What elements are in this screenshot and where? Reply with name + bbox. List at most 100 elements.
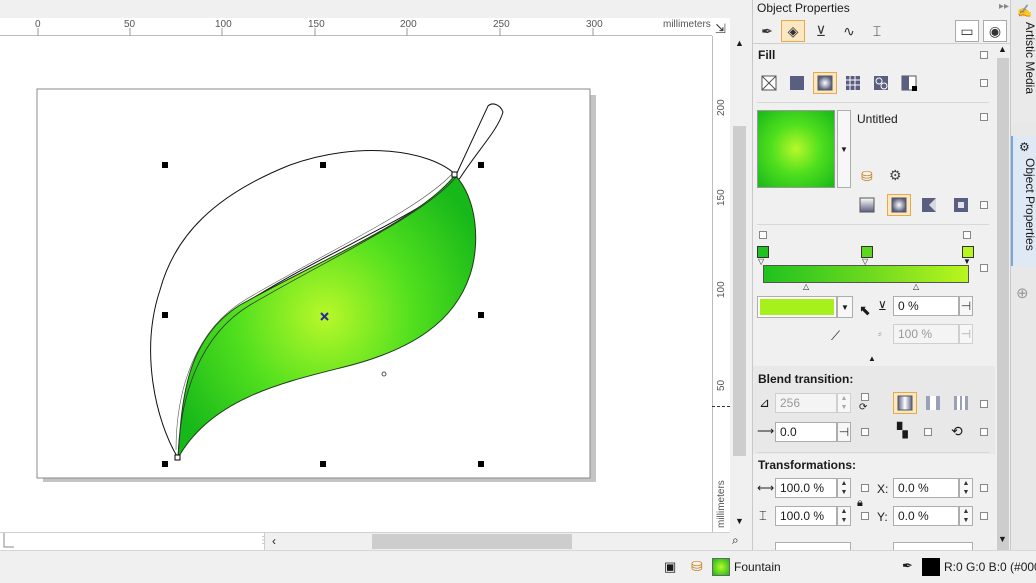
- canvas-vertical-scrollbar[interactable]: ▲ ▼: [730, 36, 750, 532]
- section-lock-icon[interactable]: [980, 512, 988, 520]
- uniform-fill-icon[interactable]: [785, 72, 809, 94]
- height-scale-input[interactable]: 100.0 %: [775, 506, 837, 526]
- node-handle[interactable]: [451, 171, 458, 178]
- collapse-arrow-icon[interactable]: ▲: [868, 354, 876, 363]
- smooth-blend-checkbox[interactable]: [924, 428, 932, 436]
- acceleration-slider-icon[interactable]: ⊣: [837, 422, 851, 442]
- ramp-option-checkbox[interactable]: [963, 231, 971, 239]
- linear-fountain-icon[interactable]: [855, 194, 879, 216]
- transparency-slider-icon[interactable]: ⊣: [959, 296, 973, 316]
- aspect-lock-icon[interactable]: 🔒︎: [857, 497, 863, 510]
- node-position-icon[interactable]: ⟋: [831, 328, 840, 344]
- paint-bucket-icon[interactable]: ⛁: [861, 168, 873, 185]
- bitmap-pattern-icon[interactable]: [869, 72, 893, 94]
- section-lock-icon[interactable]: [980, 264, 988, 272]
- section-lock-icon[interactable]: [980, 400, 988, 408]
- elliptical-fountain-icon[interactable]: [887, 194, 911, 216]
- horizontal-ruler[interactable]: 0 50 100 150 200 250 300 millimeters: [0, 18, 712, 36]
- width-scale-input[interactable]: 100.0 %: [775, 478, 837, 498]
- fill-bucket-icon[interactable]: ⛁: [691, 558, 703, 575]
- x-offset-spinner[interactable]: ▲ ▼: [959, 478, 973, 498]
- fill-color-swatch[interactable]: [712, 558, 730, 576]
- zoom-icon[interactable]: ⌕: [732, 533, 739, 548]
- height-scale-spinner[interactable]: ▲ ▼: [837, 506, 851, 526]
- outline-tab-icon[interactable]: ✒: [755, 20, 779, 42]
- section-lock-icon[interactable]: [980, 428, 988, 436]
- midpoint-slider-icon[interactable]: △: [913, 282, 919, 291]
- text-frame-tab-icon[interactable]: ⌶: [865, 20, 889, 42]
- drawing-canvas[interactable]: [0, 0, 730, 550]
- canvas-drawing[interactable]: [0, 0, 712, 532]
- midpoint-slider-icon[interactable]: △: [803, 282, 809, 291]
- acceleration-lock-checkbox[interactable]: [861, 428, 869, 436]
- width-lock-checkbox[interactable]: [861, 484, 869, 492]
- rectangular-fountain-icon[interactable]: [949, 194, 973, 216]
- cut-off-input[interactable]: [775, 542, 851, 550]
- two-color-pattern-icon[interactable]: [897, 72, 921, 94]
- outline-pen-icon[interactable]: ✒: [902, 558, 913, 574]
- panel-scrollbar[interactable]: ▲ ▼: [995, 44, 1011, 568]
- scroll-up-icon[interactable]: ▲: [998, 44, 1007, 54]
- node-color-dropdown[interactable]: ▼: [837, 296, 853, 318]
- scroll-thumb[interactable]: [733, 126, 746, 456]
- mouse-cursor-icon: ⬉: [859, 302, 871, 318]
- canvas-horizontal-scrollbar[interactable]: ⋮ ‹: [0, 532, 730, 550]
- scroll-up-icon[interactable]: ▲: [735, 38, 744, 48]
- transparency-icon: ⊻: [878, 299, 887, 313]
- page-tabs-area[interactable]: [0, 533, 265, 550]
- section-lock-icon[interactable]: [980, 201, 988, 209]
- fill-preview-swatch[interactable]: [757, 110, 835, 188]
- section-lock-icon[interactable]: [980, 113, 988, 121]
- steps-spinner[interactable]: ▲ ▼: [837, 393, 851, 413]
- midpoint-slider-icon[interactable]: ⊣: [959, 324, 973, 344]
- gradient-ramp[interactable]: [763, 265, 969, 283]
- clockwise-blend-icon[interactable]: [921, 392, 945, 414]
- width-scale-spinner[interactable]: ▲ ▼: [837, 478, 851, 498]
- node-handle[interactable]: [174, 454, 181, 461]
- section-lock-icon[interactable]: [980, 484, 988, 492]
- conical-fountain-icon[interactable]: [917, 194, 941, 216]
- fill-preview-dropdown[interactable]: ▼: [837, 110, 851, 188]
- node-transparency-input[interactable]: 0 %: [893, 296, 959, 316]
- refresh-icon[interactable]: ⟳: [859, 402, 867, 413]
- cut-off-input[interactable]: [893, 542, 973, 550]
- y-offset-input[interactable]: 0.0 %: [893, 506, 959, 526]
- steps-lock-checkbox[interactable]: [861, 393, 869, 401]
- node-color-picker[interactable]: [757, 296, 837, 318]
- curve-tab-icon[interactable]: ∿: [837, 20, 861, 42]
- frame-tab-icon[interactable]: ▭: [955, 20, 979, 42]
- panel-collapse-icon[interactable]: ▸▸: [999, 1, 1009, 12]
- no-fill-icon[interactable]: [757, 72, 781, 94]
- fill-tab-icon[interactable]: ◈: [781, 20, 805, 42]
- steps-input[interactable]: 256: [775, 393, 837, 413]
- vector-pattern-icon[interactable]: [841, 72, 865, 94]
- y-offset-spinner[interactable]: ▲ ▼: [959, 506, 973, 526]
- object-properties-tab[interactable]: ⚙ Object Properties: [1011, 136, 1036, 266]
- scroll-thumb[interactable]: [997, 58, 1009, 568]
- eyedropper-pick-icon[interactable]: ⚙: [889, 167, 902, 184]
- scroll-down-icon[interactable]: ▼: [735, 516, 744, 526]
- scroll-left-icon[interactable]: ‹: [272, 534, 276, 548]
- section-lock-icon[interactable]: [980, 79, 988, 87]
- add-docker-icon[interactable]: ⊕: [1016, 284, 1029, 302]
- counterclockwise-blend-icon[interactable]: [949, 392, 973, 414]
- ramp-option-checkbox[interactable]: [759, 231, 767, 239]
- scroll-down-icon[interactable]: ▼: [998, 534, 1007, 544]
- artistic-media-tab[interactable]: ✍ Artistic Media: [1011, 0, 1036, 122]
- midpoint-input[interactable]: 100 %: [893, 324, 959, 344]
- scroll-thumb[interactable]: [372, 534, 572, 549]
- transparency-tab-icon[interactable]: ⊻: [809, 20, 833, 42]
- repeat-mirror-icon[interactable]: ⟲: [951, 423, 963, 440]
- preview-tab-icon[interactable]: ◉: [983, 20, 1007, 42]
- vertical-ruler[interactable]: 200 150 100 50 millimeters: [712, 36, 730, 532]
- fountain-fill-icon[interactable]: [813, 72, 837, 94]
- x-offset-input[interactable]: 0.0 %: [893, 478, 959, 498]
- color-proof-icon[interactable]: ▣: [664, 559, 676, 575]
- height-lock-checkbox[interactable]: [861, 512, 869, 520]
- smooth-blend-icon[interactable]: ▚: [897, 422, 908, 439]
- ruler-origin-icon[interactable]: ⇲: [715, 21, 726, 37]
- linear-blend-icon[interactable]: [893, 392, 917, 414]
- section-lock-icon[interactable]: [980, 51, 988, 59]
- acceleration-input[interactable]: 0.0: [775, 422, 837, 442]
- outline-color-swatch[interactable]: [922, 558, 940, 576]
